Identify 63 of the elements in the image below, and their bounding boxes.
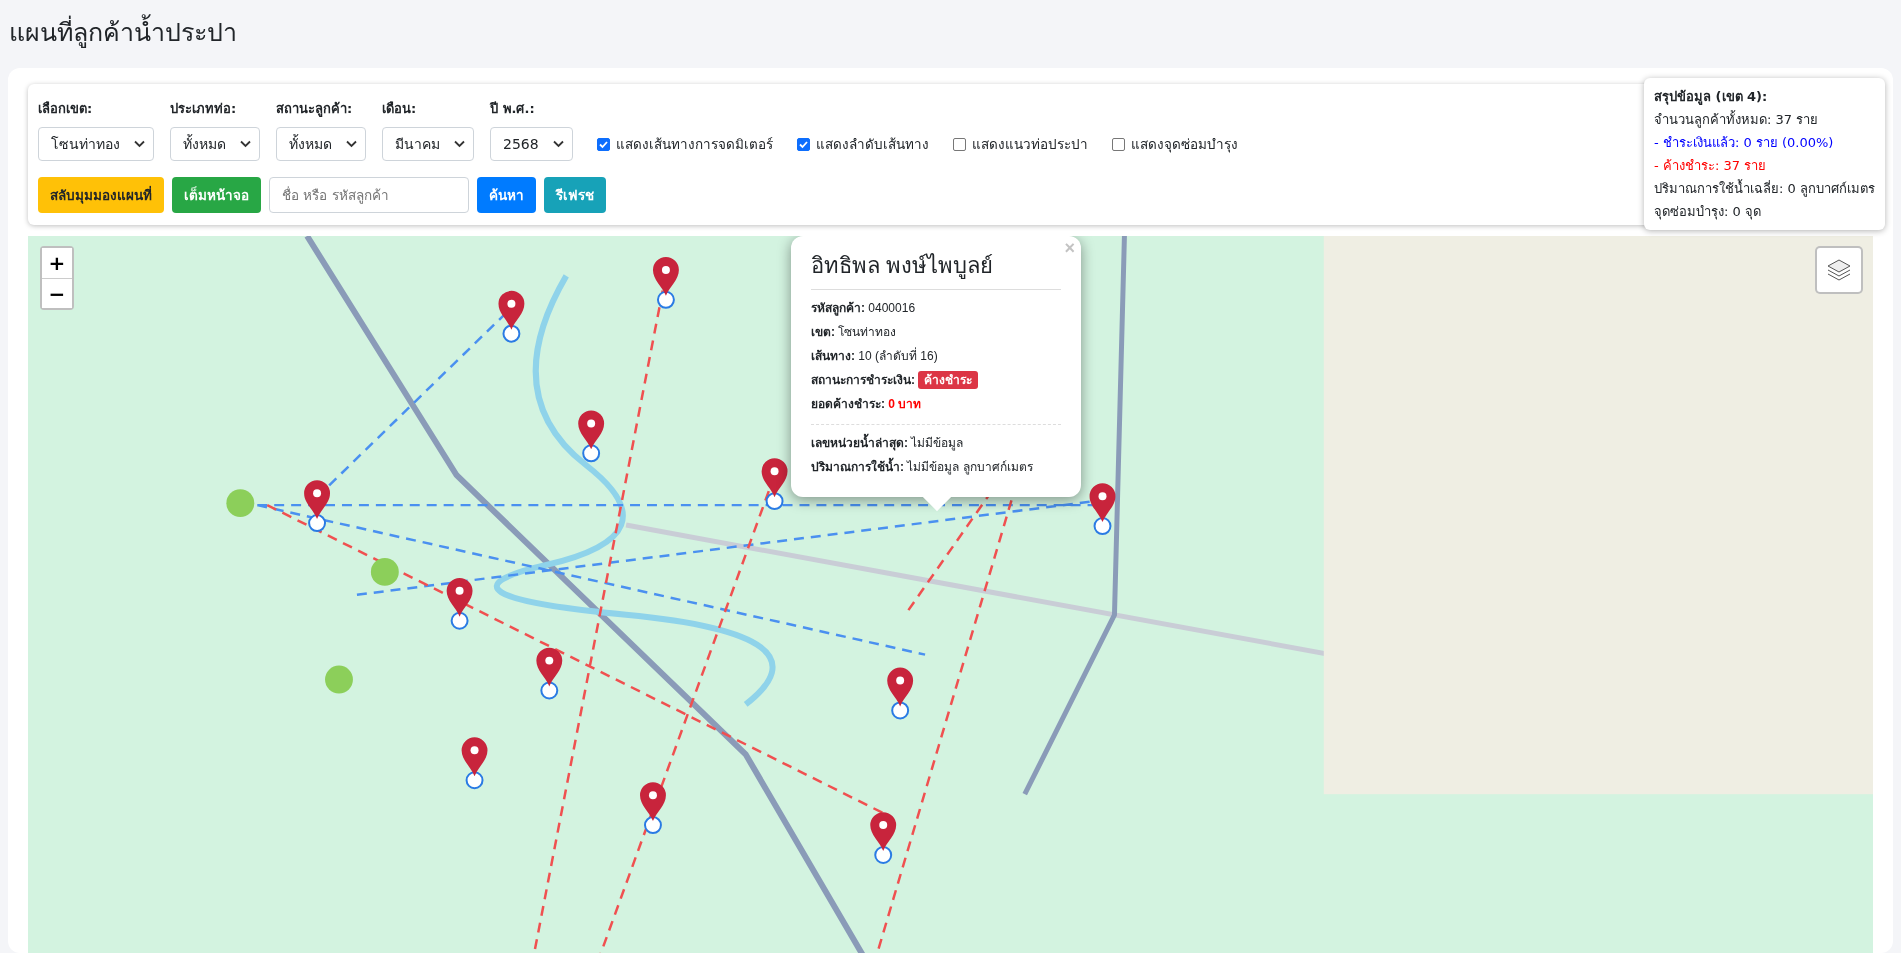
summary-line: - ชำระเงินแล้ว: 0 ราย (0.00%)	[1654, 134, 1835, 152]
cluster-marker-icon[interactable]	[226, 489, 255, 518]
filter-label: ประเภทท่อ:	[170, 100, 238, 118]
action-button[interactable]: ค้นหา	[477, 177, 536, 213]
map-pin-icon[interactable]	[498, 290, 525, 343]
summary-line: - ค้างชำระ: 37 ราย	[1654, 157, 1768, 175]
checkbox[interactable]	[796, 137, 810, 151]
checkbox[interactable]	[1111, 137, 1125, 151]
summary-line: ปริมาณการใช้น้ำเฉลี่ย: 0 ลูกบาศก์เมตร	[1654, 178, 1875, 199]
search-field[interactable]: ชื่อ หรือ รหัสลูกค้า	[269, 177, 469, 213]
dropdown[interactable]: ทั้งหมด	[276, 127, 366, 161]
filter-label: เลือกเขต:	[38, 100, 94, 118]
map-pin-icon[interactable]	[446, 577, 473, 630]
checkbox-label: แสดงแนวท่อประปา	[971, 135, 1088, 154]
field-value: 0 บาท	[888, 397, 922, 411]
field-value: ไม่มีข้อมูล	[911, 436, 964, 450]
checkbox[interactable]	[952, 137, 966, 151]
dropdown[interactable]: มีนาคม	[382, 127, 474, 161]
map-pin-icon[interactable]	[761, 458, 788, 511]
map-pin-icon[interactable]	[887, 667, 914, 720]
chevron-icon	[240, 140, 251, 148]
map-pin-icon[interactable]	[1089, 483, 1116, 536]
field-label: เขต:	[811, 325, 835, 339]
layers-button[interactable]	[1815, 246, 1863, 294]
summary-line: จุดซ่อมบำรุง: 0 จุด	[1654, 203, 1762, 222]
filter-label: เดือน:	[382, 100, 418, 118]
map-pin-icon[interactable]	[640, 782, 666, 835]
filter-label: ปี พ.ศ.:	[490, 100, 536, 118]
dropdown[interactable]: โซนท่าทอง	[38, 127, 154, 161]
map-pin-icon[interactable]	[652, 256, 679, 309]
dropdown[interactable]: ทั้งหมด	[170, 127, 260, 161]
field-value: โซนท่าทอง	[838, 325, 897, 339]
map-pin-icon[interactable]	[870, 812, 897, 864]
field-value: ไม่มีข้อมูล ลูกบาศก์เมตร	[907, 460, 1033, 474]
action-button[interactable]: สลับมุมมองแผนที่	[38, 177, 164, 213]
field-label: ยอดค้างชำระ:	[811, 397, 885, 411]
page-title: แผนที่ลูกค้าน้ำประปา	[0, 0, 1901, 52]
cluster-marker-icon[interactable]	[325, 665, 353, 694]
chevron-icon	[454, 140, 465, 148]
cluster-marker-icon[interactable]	[370, 557, 399, 586]
filter-label: สถานะลูกค้า:	[276, 100, 354, 119]
map-pin-icon[interactable]	[578, 410, 605, 463]
map-pin-icon[interactable]	[304, 480, 330, 533]
map-pin-icon[interactable]	[536, 647, 563, 700]
chevron-icon	[552, 140, 564, 148]
field-value: 10 (ลำดับที่ 16)	[858, 349, 938, 363]
checkbox-label: แสดงเส้นทางการจดมิเตอร์	[615, 135, 773, 154]
field-label: รหัสลูกค้า:	[811, 301, 865, 315]
status-badge: ค้างชำระ	[918, 371, 979, 389]
chevron-icon	[134, 140, 145, 148]
map-pin-icon[interactable]	[461, 737, 488, 790]
field-label: สถานะการชำระเงิน:	[811, 373, 915, 387]
customer-name: อิทธิพล พงษ์ไพบูลย์	[811, 248, 1061, 290]
field-value: 0400016	[868, 301, 916, 315]
summary-line: จำนวนลูกค้าทั้งหมด: 37 ราย	[1654, 109, 1820, 130]
summary-title: สรุปข้อมูล (เขต 4):	[1654, 88, 1769, 107]
field-label: เส้นทาง:	[811, 349, 855, 363]
checkbox-label: แสดงลำดับเส้นทาง	[815, 135, 929, 154]
checkbox[interactable]	[596, 137, 610, 151]
chevron-icon	[346, 140, 357, 148]
dropdown[interactable]: 2568	[490, 127, 573, 161]
checkbox-label: แสดงจุดซ่อมบำรุง	[1130, 135, 1238, 155]
zoom-out-button[interactable]: −	[42, 278, 72, 308]
